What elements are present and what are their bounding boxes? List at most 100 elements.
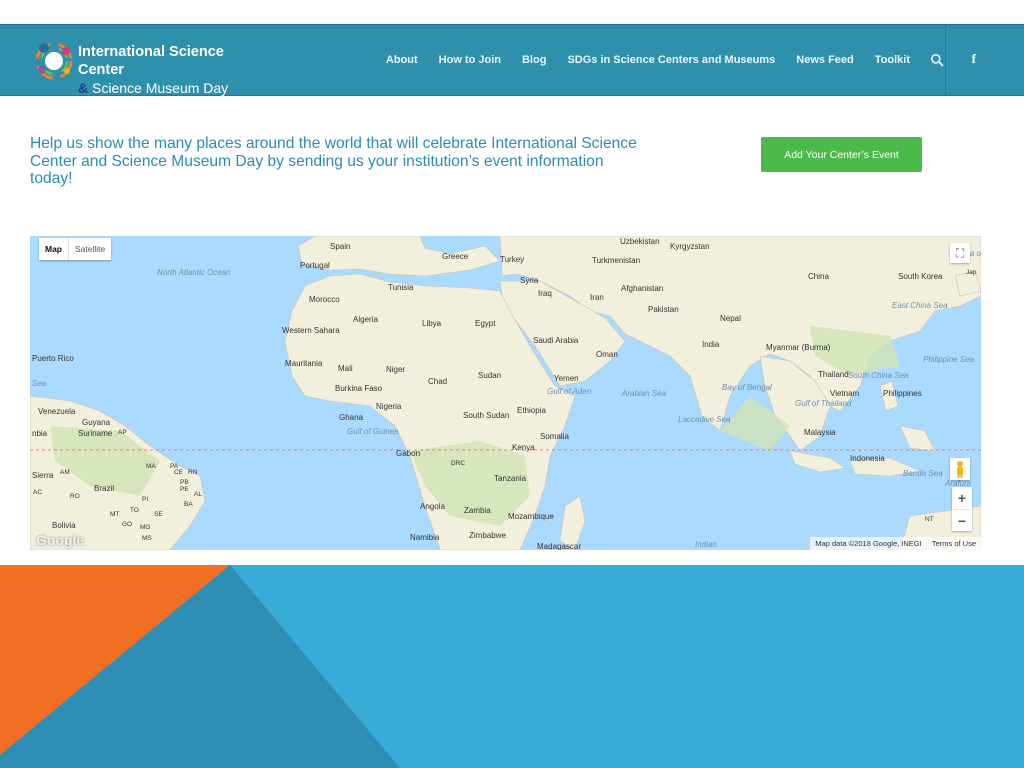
country-label: China xyxy=(808,272,829,281)
country-label: Mali xyxy=(338,364,353,373)
country-label: MT xyxy=(110,511,119,518)
country-label: Oman xyxy=(596,350,618,359)
ocean-label: Gulf of Guinea xyxy=(347,427,399,436)
country-label: Kyrgyzstan xyxy=(670,242,710,251)
country-label: Afghanistan xyxy=(621,284,663,293)
country-label: Sudan xyxy=(478,371,501,380)
map-canvas[interactable]: North Atlantic Ocean Sea Gulf of Guinea … xyxy=(30,236,981,550)
site-header: International Science Center & Science M… xyxy=(0,24,1024,96)
map-data-credit: Map data ©2018 Google, INEGI xyxy=(815,539,922,548)
google-logo: Google xyxy=(36,532,85,548)
country-label: Jap xyxy=(966,269,977,276)
intro-text: Help us show the many places around the … xyxy=(30,135,637,187)
country-label: Western Sahara xyxy=(282,326,340,335)
ocean-label: Sea xyxy=(32,379,47,388)
country-label: Suriname xyxy=(78,429,113,438)
country-label: AM xyxy=(60,469,70,476)
logo-mark-icon xyxy=(35,42,73,80)
country-label: Ghana xyxy=(339,413,364,422)
logo-text: International Science Center & Science M… xyxy=(78,43,270,97)
country-label: NT xyxy=(925,516,934,523)
nav-divider xyxy=(945,25,946,95)
site-logo[interactable]: International Science Center & Science M… xyxy=(30,37,270,96)
country-label: Gabon xyxy=(396,449,420,458)
country-label: RO xyxy=(70,493,80,500)
country-label: Nigeria xyxy=(376,402,402,411)
country-label: South Korea xyxy=(898,272,943,281)
country-label: BA xyxy=(184,501,193,508)
country-label: Somalia xyxy=(540,432,569,441)
event-map[interactable]: North Atlantic Ocean Sea Gulf of Guinea … xyxy=(30,236,981,550)
nav-about[interactable]: About xyxy=(386,54,418,66)
country-label: Bolivia xyxy=(52,521,76,530)
country-label: Niger xyxy=(386,365,405,374)
country-label: PA xyxy=(170,463,179,470)
country-label: CE xyxy=(174,469,184,476)
country-label: Chad xyxy=(428,377,447,386)
country-label: Iran xyxy=(590,293,604,302)
country-label: Madagascar xyxy=(537,542,581,550)
zoom-control: + − xyxy=(952,487,972,531)
country-label: Thailand xyxy=(818,370,849,379)
country-label: AC xyxy=(33,489,42,496)
country-label: TO xyxy=(130,507,139,514)
main-nav: About How to Join Blog SDGs in Science C… xyxy=(365,25,944,95)
ocean-label: Laccadive Sea xyxy=(678,415,731,424)
country-label: Libya xyxy=(422,319,442,328)
country-label: Tunisia xyxy=(388,283,414,292)
nav-blog[interactable]: Blog xyxy=(522,54,546,66)
country-label: Indonesia xyxy=(850,454,885,463)
zoom-in-button[interactable]: + xyxy=(952,487,972,509)
country-label: Namibia xyxy=(410,533,440,542)
country-label: Myanmar (Burma) xyxy=(766,343,831,352)
terms-of-use-link[interactable]: Terms of Use xyxy=(932,539,976,548)
ocean-label: Gulf of Thailand xyxy=(795,399,852,408)
country-label: MS xyxy=(142,535,152,542)
country-label: Morocco xyxy=(309,295,340,304)
ocean-label: Bay of Bengal xyxy=(722,383,772,392)
country-label: RN xyxy=(188,469,198,476)
country-label: AP xyxy=(118,429,127,436)
nav-how-to-join[interactable]: How to Join xyxy=(439,54,501,66)
country-label: Vietnam xyxy=(830,389,860,398)
country-label: Greece xyxy=(442,252,469,261)
nav-sdgs[interactable]: SDGs in Science Centers and Museums xyxy=(567,54,775,66)
country-label: Zambia xyxy=(464,506,491,515)
ocean-label: Indian xyxy=(695,540,717,549)
country-label: Egypt xyxy=(475,319,496,328)
country-label: Philippines xyxy=(883,389,922,398)
facebook-icon[interactable]: f xyxy=(972,51,976,67)
country-label: Iraq xyxy=(538,289,552,298)
country-label: MA xyxy=(146,463,156,470)
map-type-control: Map Satellite xyxy=(39,238,112,260)
country-label: Brazil xyxy=(94,484,114,493)
land-europe xyxy=(297,236,501,277)
nav-toolkit[interactable]: Toolkit xyxy=(875,54,910,66)
logo-line-2: & Science Museum Day xyxy=(78,79,270,97)
ocean-label: Banda Sea xyxy=(903,469,943,478)
country-label: Kenya xyxy=(512,443,535,452)
fullscreen-icon[interactable]: ⛶ xyxy=(950,243,970,263)
country-label: Pakistan xyxy=(648,305,679,314)
country-label: Ethiopia xyxy=(517,406,546,415)
footer-decoration xyxy=(0,565,1024,768)
pegman-icon[interactable] xyxy=(950,458,970,480)
country-label: Yemen xyxy=(554,374,579,383)
map-type-satellite[interactable]: Satellite xyxy=(68,238,111,260)
country-label: Zimbabwe xyxy=(469,531,506,540)
country-label: nbia xyxy=(32,429,48,438)
search-icon[interactable] xyxy=(930,53,944,67)
nav-news-feed[interactable]: News Feed xyxy=(796,54,853,66)
country-label: Puerto Rico xyxy=(32,354,74,363)
ocean-label: Arabian Sea xyxy=(621,389,667,398)
map-type-map[interactable]: Map xyxy=(39,238,68,260)
country-label: Malaysia xyxy=(804,428,836,437)
ocean-label: South China Sea xyxy=(848,371,909,380)
country-label: Syria xyxy=(520,276,539,285)
ocean-label: North Atlantic Ocean xyxy=(157,268,231,277)
country-label: Turkmenistan xyxy=(592,256,640,265)
country-label: South Sudan xyxy=(463,411,509,420)
zoom-out-button[interactable]: − xyxy=(952,510,972,532)
country-label: Saudi Arabia xyxy=(533,336,579,345)
add-event-button[interactable]: Add Your Center’s Event xyxy=(761,137,922,172)
